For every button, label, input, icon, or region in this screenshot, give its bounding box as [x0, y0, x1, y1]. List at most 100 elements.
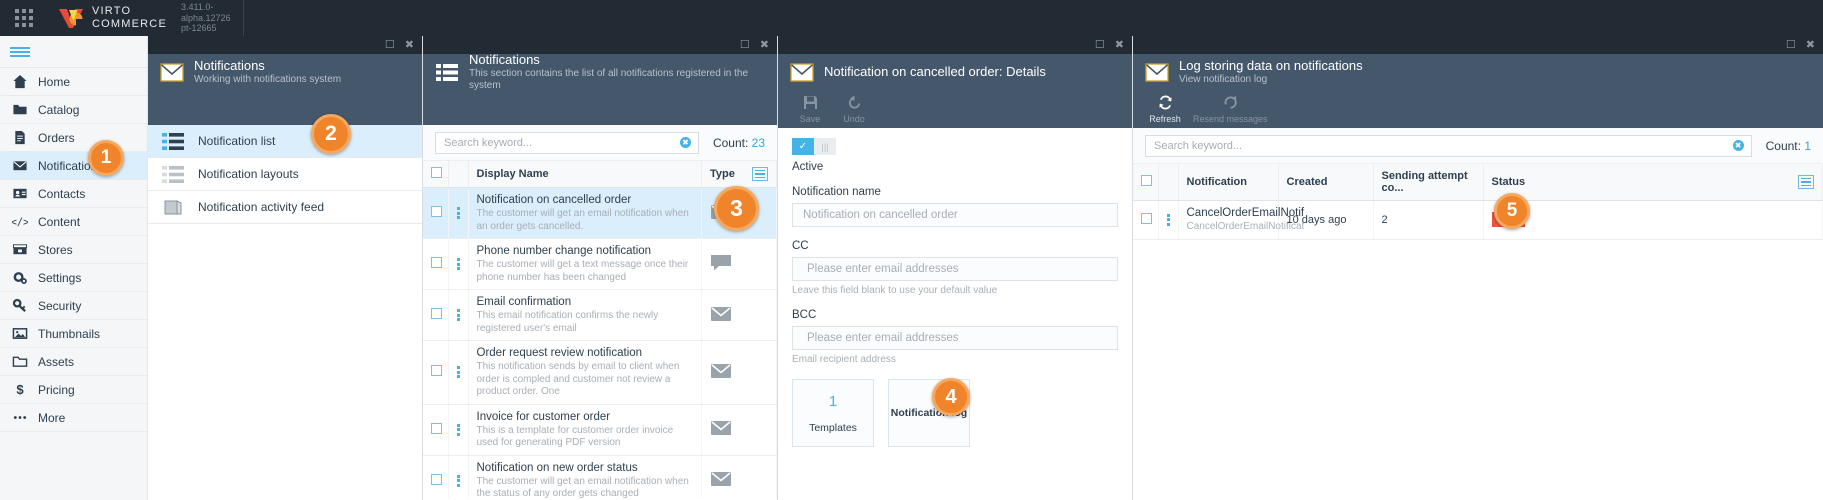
field-input[interactable]: Please enter email addresses: [792, 257, 1118, 281]
close-icon[interactable]: ✖: [1115, 39, 1124, 51]
active-toggle[interactable]: ✓ |||: [792, 138, 836, 155]
notification-menu-list: Notification list Notification layouts Not…: [148, 125, 422, 224]
row-checkbox-cell[interactable]: [1133, 200, 1159, 240]
row-menu-icon[interactable]: [456, 309, 460, 321]
undo-button[interactable]: Undo: [832, 94, 876, 124]
row-checkbox[interactable]: [431, 473, 442, 485]
table-row[interactable]: Invoice for customer order This is a temp…: [423, 404, 777, 456]
sidebar-item-catalog[interactable]: Catalog: [0, 96, 147, 124]
row-checkbox[interactable]: [1141, 212, 1152, 224]
menu-item-notification-list[interactable]: Notification list: [148, 125, 422, 158]
row-menu-icon[interactable]: [456, 207, 460, 219]
table-row[interactable]: Order request review notification This no…: [423, 340, 777, 405]
sidebar-item-stores[interactable]: Stores: [0, 236, 147, 264]
row-display-name-cell: Phone number change notification The cust…: [468, 238, 702, 290]
field-input[interactable]: Please enter email addresses: [792, 326, 1118, 350]
blade-details-titlebar: ☐ ✖: [778, 36, 1132, 54]
field-input[interactable]: Notification on cancelled order: [792, 203, 1118, 227]
save-button[interactable]: Save: [788, 95, 832, 124]
sidebar-item-thumbnails[interactable]: Thumbnails: [0, 320, 147, 348]
maximize-icon[interactable]: ☐: [740, 39, 750, 51]
maximize-icon[interactable]: ☐: [1095, 39, 1105, 51]
sidebar-item-home[interactable]: Home: [0, 68, 147, 96]
row-checkbox[interactable]: [431, 206, 442, 217]
refresh-button[interactable]: Refresh: [1143, 95, 1187, 124]
row-menu-icon[interactable]: [456, 423, 460, 436]
sidebar-item-content[interactable]: </> Content: [0, 208, 147, 236]
row-checkbox[interactable]: [431, 365, 442, 377]
sidebar-item-pricing[interactable]: $ Pricing: [0, 376, 147, 404]
row-menu-icon[interactable]: [456, 366, 460, 379]
column-options-icon[interactable]: [1798, 175, 1814, 189]
column-notification[interactable]: Notification: [1178, 164, 1279, 201]
resend-messages-button[interactable]: Resend messages: [1187, 95, 1274, 124]
maximize-icon[interactable]: ☐: [385, 39, 395, 51]
row-checkbox-cell[interactable]: [423, 289, 449, 341]
templates-tile[interactable]: 1 Templates: [792, 379, 874, 447]
row-actions-cell[interactable]: [448, 455, 469, 498]
log-search-input[interactable]: Search keyword... ✖: [1145, 134, 1752, 157]
row-checkbox[interactable]: [431, 257, 442, 268]
column-options-icon[interactable]: [752, 167, 768, 181]
column-status[interactable]: Status: [1483, 164, 1823, 201]
row-description: This is a template for customer order in…: [476, 424, 674, 449]
log-select-all-header[interactable]: [1133, 164, 1159, 201]
sidebar-item-settings[interactable]: Settings: [0, 264, 147, 292]
log-select-all-checkbox[interactable]: [1141, 175, 1152, 186]
row-checkbox-cell[interactable]: [423, 187, 449, 239]
menu-item-notification-layouts[interactable]: Notification layouts: [148, 158, 422, 191]
clear-icon[interactable]: ✖: [679, 137, 691, 148]
column-type-label: Type: [710, 168, 735, 180]
row-actions-cell[interactable]: [1158, 200, 1179, 240]
column-sending-attempt[interactable]: Sending attempt co...: [1373, 164, 1484, 201]
row-menu-icon[interactable]: [456, 474, 460, 487]
row-checkbox[interactable]: [431, 308, 442, 319]
column-display-name[interactable]: Display Name: [468, 161, 702, 188]
row-checkbox-cell[interactable]: [423, 455, 449, 498]
blade-details-title: Notification on cancelled order: Details: [824, 64, 1046, 79]
sidebar-item-more[interactable]: More: [0, 404, 147, 432]
row-checkbox-cell[interactable]: [423, 238, 449, 290]
menu-item-notification-activity-feed[interactable]: Notification activity feed: [148, 191, 422, 224]
field-hint: Email recipient address: [792, 354, 896, 365]
row-menu-icon[interactable]: [456, 258, 460, 270]
sidebar-item-assets[interactable]: Assets: [0, 348, 147, 376]
row-actions-cell[interactable]: [448, 340, 469, 405]
row-display-name-cell: Notification on new order status The cust…: [468, 455, 702, 498]
row-checkbox-cell[interactable]: [423, 340, 449, 405]
select-all-checkbox[interactable]: [431, 167, 442, 178]
column-created[interactable]: Created: [1278, 164, 1374, 201]
sidebar-item-security[interactable]: Security: [0, 292, 147, 320]
brand-logo[interactable]: VIRTO COMMERCE: [58, 6, 167, 30]
close-icon[interactable]: ✖: [760, 39, 769, 51]
table-row[interactable]: Email confirmation This email notificatio…: [423, 289, 777, 341]
close-icon[interactable]: ✖: [405, 39, 414, 51]
sidebar-item-orders[interactable]: Orders: [0, 124, 147, 152]
row-actions-cell[interactable]: [448, 289, 469, 341]
clear-icon[interactable]: ✖: [1732, 140, 1744, 151]
close-icon[interactable]: ✖: [1806, 39, 1815, 51]
table-row[interactable]: Phone number change notification The cust…: [423, 238, 777, 290]
search-input[interactable]: Search keyword... ✖: [435, 131, 699, 154]
sidebar-item-notifications[interactable]: Notifications: [0, 152, 147, 180]
maximize-icon[interactable]: ☐: [1786, 39, 1796, 51]
row-actions-cell[interactable]: [448, 404, 469, 456]
hamburger-icon[interactable]: [0, 36, 147, 68]
select-all-header[interactable]: [423, 161, 449, 188]
row-actions-cell[interactable]: [448, 187, 469, 239]
column-type[interactable]: Type: [701, 161, 777, 188]
app-root: VIRTO COMMERCE 3.411.0- alpha.12726 pt-1…: [0, 0, 1823, 500]
row-checkbox-cell[interactable]: [423, 404, 449, 456]
row-checkbox[interactable]: [431, 422, 442, 434]
blade-menu-subtitle: Working with notifications system: [194, 73, 342, 85]
row-menu-icon[interactable]: [1166, 213, 1170, 226]
code-icon: </>: [10, 214, 30, 229]
undo-icon: [847, 94, 862, 112]
table-row[interactable]: CancelOrderEmailNotif CancelOrderEmailNot…: [1133, 200, 1823, 240]
row-title: Order request review notification: [476, 347, 643, 359]
app-grid-icon[interactable]: [0, 0, 48, 36]
row-actions-cell[interactable]: [448, 238, 469, 290]
log-table-body: CancelOrderEmailNotif CancelOrderEmailNot…: [1133, 200, 1823, 240]
table-row[interactable]: Notification on new order status The cust…: [423, 455, 777, 498]
sidebar-item-contacts[interactable]: Contacts: [0, 180, 147, 208]
